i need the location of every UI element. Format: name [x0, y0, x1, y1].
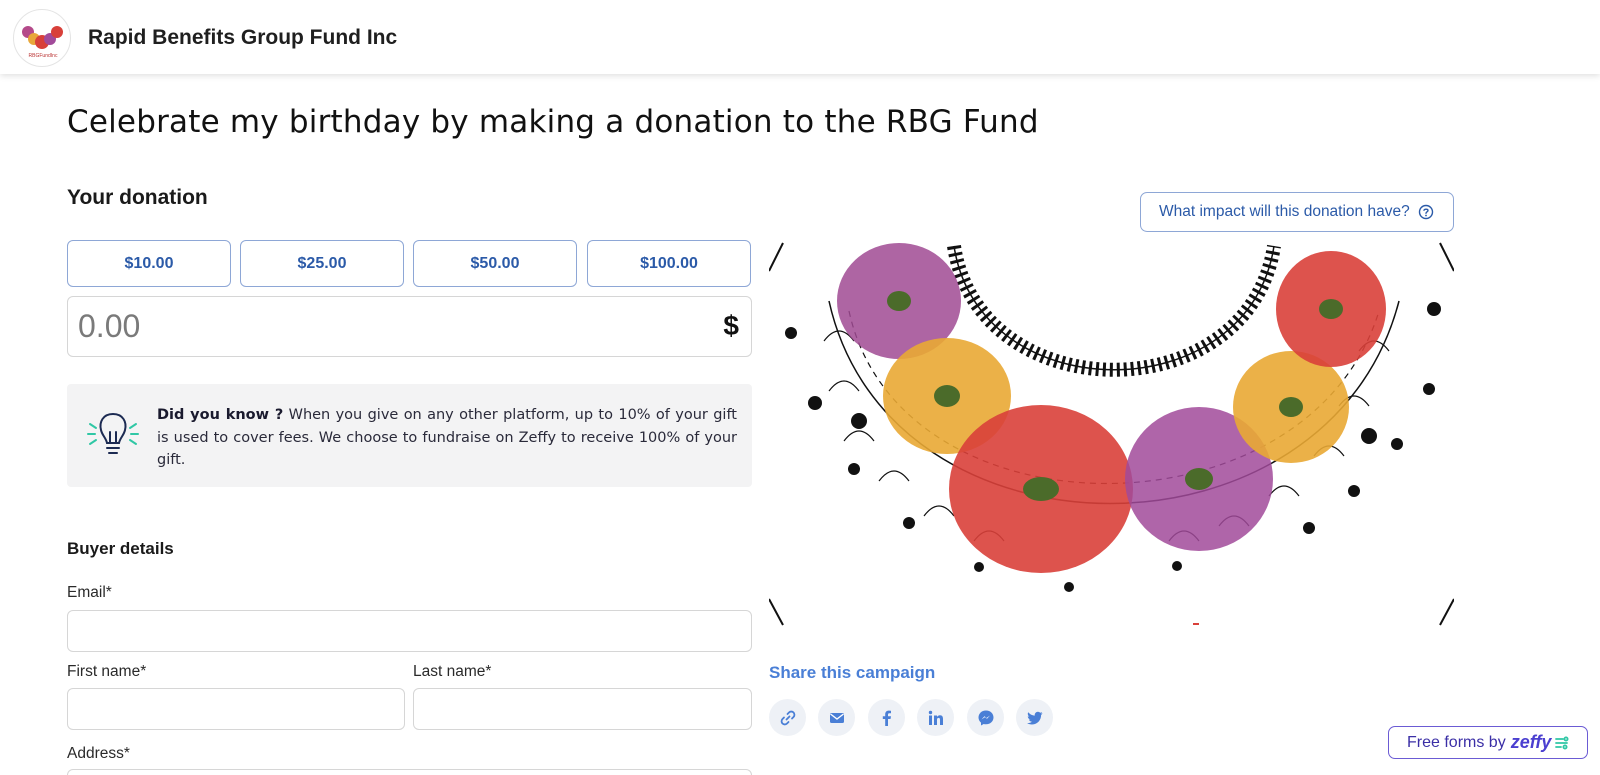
impact-button-label: What impact will this donation have?	[1159, 203, 1410, 220]
campaign-image	[769, 241, 1454, 627]
share-facebook-button[interactable]	[868, 699, 905, 736]
last-name-field-wrap	[413, 688, 752, 730]
buyer-details-title: Buyer details	[67, 539, 174, 558]
flower-necklace-illustration	[769, 242, 1454, 626]
linkedin-icon	[928, 710, 943, 725]
custom-amount-input[interactable]	[78, 308, 658, 345]
link-icon	[780, 710, 795, 725]
impact-button[interactable]: What impact will this donation have?	[1140, 192, 1454, 232]
amount-option-100[interactable]: $100.00	[587, 240, 751, 287]
svg-text:RBGFundInc: RBGFundInc	[29, 53, 58, 59]
first-name-field[interactable]	[68, 689, 404, 729]
first-name-label: First name*	[67, 663, 147, 680]
custom-amount-field: $	[67, 296, 752, 357]
org-name: Rapid Benefits Group Fund Inc	[88, 26, 398, 49]
amount-option-50[interactable]: $50.00	[413, 240, 577, 287]
amount-option-10[interactable]: $10.00	[67, 240, 231, 287]
flower-garland-logo-icon: RBGFundInc	[22, 26, 63, 59]
share-email-button[interactable]	[818, 699, 855, 736]
page-title: Celebrate my birthday by making a donati…	[67, 104, 1039, 140]
share-messenger-button[interactable]	[967, 699, 1004, 736]
share-title: Share this campaign	[769, 663, 936, 682]
org-logo[interactable]: RBGFundInc	[13, 9, 71, 67]
address-field[interactable]	[68, 770, 751, 775]
email-field-wrap	[67, 610, 752, 652]
help-circle-icon	[1418, 204, 1433, 220]
address-label: Address*	[67, 745, 130, 762]
did-you-know-text: Did you know ? When you give on any othe…	[157, 404, 737, 472]
mail-icon	[829, 712, 844, 723]
zeffy-brand: zeffy	[1510, 732, 1552, 752]
last-name-field[interactable]	[414, 689, 751, 729]
share-linkedin-button[interactable]	[917, 699, 954, 736]
facebook-icon	[882, 710, 891, 726]
free-forms-zeffy-badge[interactable]: Free forms by zeffy	[1388, 726, 1588, 759]
zeffy-logo-icon	[1555, 736, 1569, 749]
email-field[interactable]	[68, 611, 751, 651]
donation-section-title: Your donation	[67, 186, 208, 209]
currency-symbol: $	[723, 310, 739, 341]
messenger-icon	[978, 710, 993, 725]
top-bar: RBGFundInc Rapid Benefits Group Fund Inc	[0, 0, 1600, 74]
last-name-label: Last name*	[413, 663, 492, 680]
address-field-wrap	[67, 769, 752, 775]
twitter-icon	[1026, 711, 1042, 724]
free-forms-label: Free forms by	[1407, 733, 1506, 751]
lightbulb-icon	[87, 412, 139, 454]
share-link-button[interactable]	[769, 699, 806, 736]
did-you-know-box: Did you know ? When you give on any othe…	[67, 384, 752, 487]
first-name-field-wrap	[67, 688, 405, 730]
email-label: Email*	[67, 584, 112, 601]
share-twitter-button[interactable]	[1016, 699, 1053, 736]
did-you-know-lead: Did you know ?	[157, 407, 284, 423]
amount-option-25[interactable]: $25.00	[240, 240, 404, 287]
